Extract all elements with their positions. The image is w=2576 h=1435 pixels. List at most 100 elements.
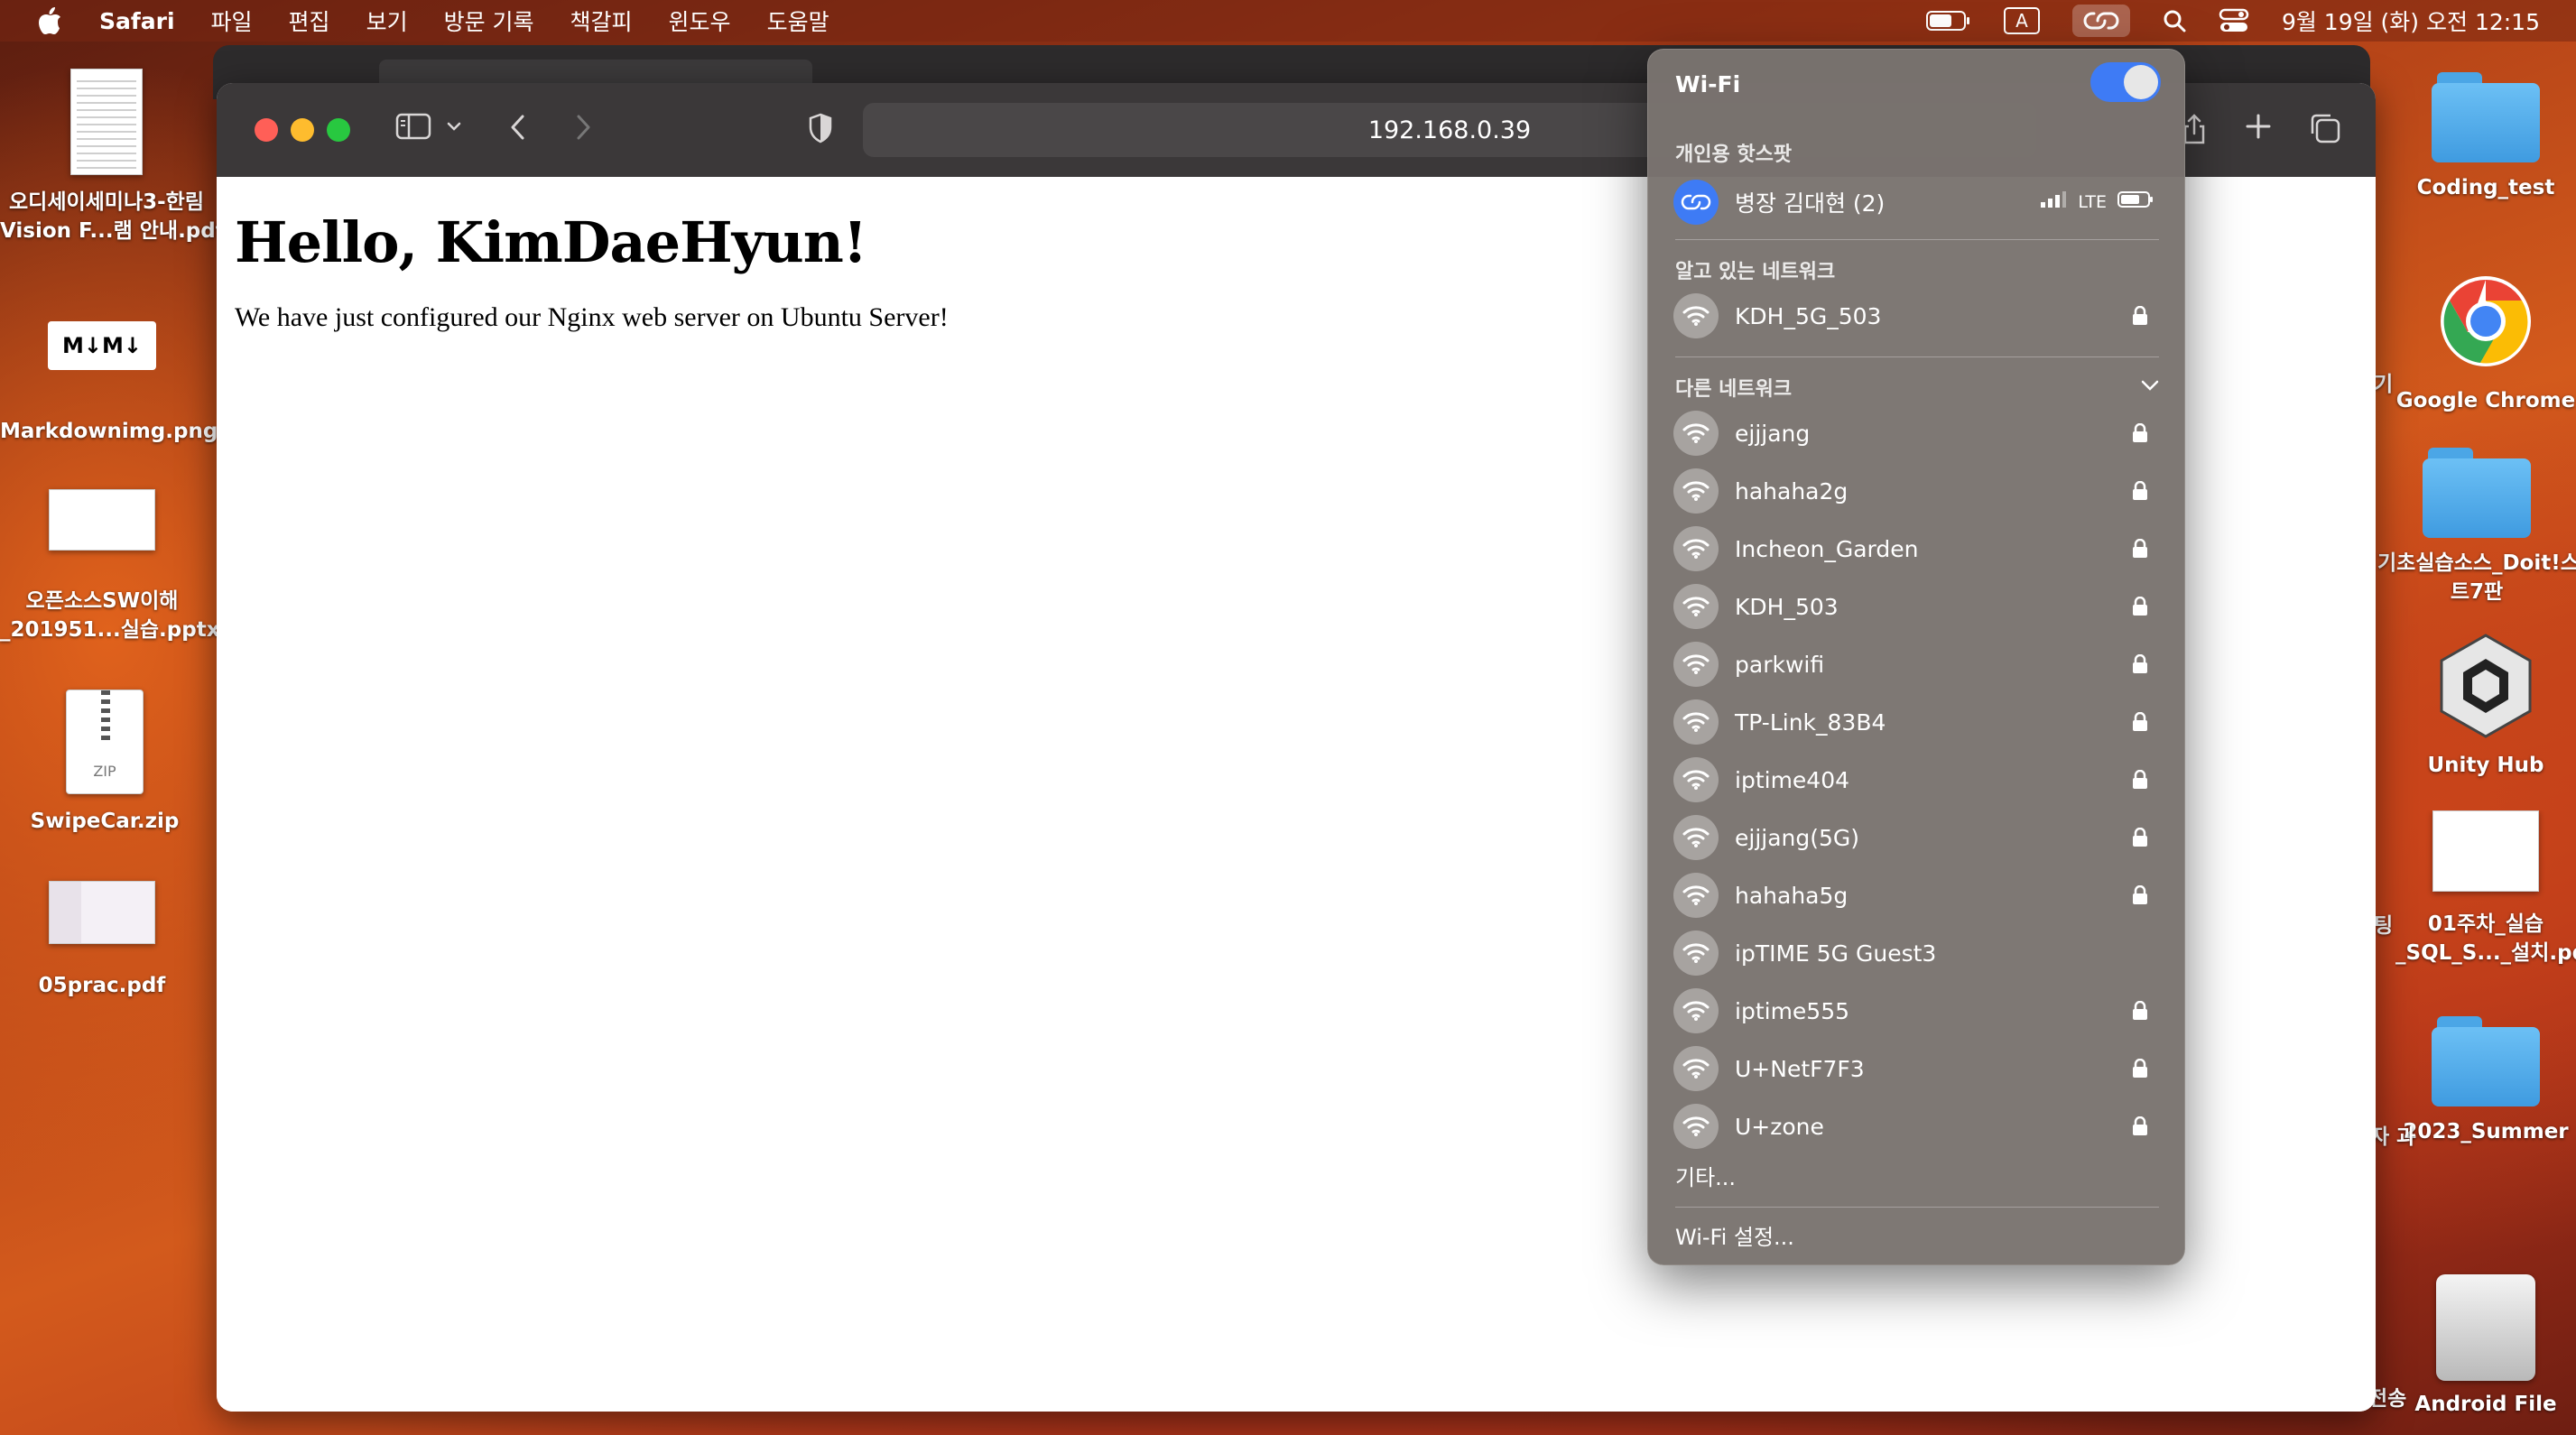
known-networks-label: 알고 있는 네트워크 <box>1675 261 1836 283</box>
network-name: TP-Link_83B4 <box>1735 708 1886 736</box>
lock-icon <box>2132 480 2148 505</box>
divider <box>1675 239 2159 240</box>
desktop-partial-label: 자 과 <box>2370 1125 2416 1149</box>
desktop-file-label: Vision F...램 안내.pdf <box>0 219 225 243</box>
menu-file[interactable]: 파일 <box>211 5 253 37</box>
app-menu-safari[interactable]: Safari <box>99 8 175 34</box>
pdf-thumbnail <box>2432 810 2539 892</box>
desktop-file-sql-pdf[interactable]: 01주차_실습 _SQL_S..._설치.pdf <box>2395 810 2576 967</box>
lock-icon <box>2132 596 2148 620</box>
pptx-thumbnail <box>49 489 155 551</box>
desktop-file-05prac-pdf[interactable]: 05prac.pdf <box>0 881 204 1000</box>
menu-bookmarks[interactable]: 책갈피 <box>570 5 633 37</box>
zoom-window-button[interactable] <box>327 118 350 142</box>
hotspot-battery-icon <box>2117 190 2154 213</box>
network-item[interactable]: hahaha2g <box>1673 467 2161 515</box>
menu-bar: Safari 파일 편집 보기 방문 기록 책갈피 윈도우 도움말 A 9월 1… <box>0 0 2576 42</box>
forward-icon[interactable] <box>572 112 594 143</box>
desktop-file-markdownimg[interactable]: M↓M↓ Markdownimg.png <box>0 321 218 446</box>
menu-view[interactable]: 보기 <box>366 5 408 37</box>
lock-icon <box>2132 711 2148 736</box>
network-item[interactable]: ipTIME 5G Guest3 <box>1673 929 2161 977</box>
network-name: KDH_503 <box>1735 593 1839 620</box>
desktop-file-label: 기초실습소스_Doit!스위 <box>2377 551 2576 575</box>
network-item[interactable]: ejjjang(5G) <box>1673 813 2161 862</box>
network-name: iptime404 <box>1735 766 1850 793</box>
network-item[interactable]: U+zone <box>1673 1102 2161 1151</box>
wifi-icon <box>1673 815 1719 860</box>
back-icon[interactable] <box>507 112 529 143</box>
network-item[interactable]: ejjjang <box>1673 409 2161 458</box>
menu-window[interactable]: 윈도우 <box>669 5 731 37</box>
desktop-app-android-file[interactable]: Android File <box>2395 1274 2576 1419</box>
search-icon[interactable] <box>2163 9 2186 32</box>
network-name: hahaha5g <box>1735 882 1849 909</box>
network-item[interactable]: KDH_5G_503 <box>1673 292 2161 340</box>
drive-icon <box>2436 1274 2535 1381</box>
tab-overview-icon[interactable] <box>2309 112 2341 144</box>
lock-icon <box>2132 305 2148 329</box>
control-center-icon[interactable] <box>2219 8 2249 33</box>
network-name: U+NetF7F3 <box>1735 1055 1865 1082</box>
wifi-settings-item[interactable]: Wi-Fi 설정... <box>1675 1219 1794 1251</box>
privacy-shield-icon[interactable] <box>807 112 834 144</box>
divider <box>1675 1207 2159 1208</box>
folder-icon <box>2432 1016 2540 1106</box>
chrome-icon <box>2439 274 2533 368</box>
lock-icon <box>2132 1058 2148 1082</box>
menubar-clock[interactable]: 9월 19일 (화) 오전 12:15 <box>2282 5 2540 37</box>
hotspot-link-icon <box>1673 180 1719 225</box>
network-name: parkwifi <box>1735 651 1825 678</box>
lock-icon <box>2132 538 2148 562</box>
hotspot-item[interactable]: 병장 김대현 (2) LTE <box>1673 178 2161 227</box>
desktop-app-unity-hub[interactable]: Unity Hub <box>2395 632 2576 780</box>
battery-icon[interactable] <box>1925 10 1971 32</box>
menu-help[interactable]: 도움말 <box>767 5 829 37</box>
wifi-icon <box>1673 699 1719 745</box>
network-item[interactable]: U+NetF7F3 <box>1673 1044 2161 1093</box>
other-network-item[interactable]: 기타... <box>1675 1160 1736 1191</box>
network-item[interactable]: iptime404 <box>1673 755 2161 804</box>
input-source-icon[interactable]: A <box>2003 7 2040 34</box>
desktop-file-opensource-pptx[interactable]: 오픈소스SW이해 _201951...실습.pptx <box>0 489 220 644</box>
desktop-file-label: 오디세이세미나3-한림 <box>9 190 204 214</box>
hotspot-icon[interactable] <box>2071 5 2130 37</box>
network-item[interactable]: iptime555 <box>1673 986 2161 1035</box>
desktop-partial-label: 기 <box>2374 373 2394 396</box>
chevron-down-icon[interactable] <box>2139 375 2161 400</box>
wifi-toggle[interactable] <box>2090 62 2161 102</box>
markdown-thumbnail: M↓M↓ <box>48 321 156 370</box>
network-item[interactable]: TP-Link_83B4 <box>1673 698 2161 746</box>
new-tab-icon[interactable] <box>2244 112 2273 141</box>
chevron-down-icon[interactable] <box>446 116 462 137</box>
apple-icon[interactable] <box>34 5 65 36</box>
desktop-file-label: _SQL_S..._설치.pdf <box>2395 941 2576 965</box>
network-name: ejjjang <box>1735 420 1811 447</box>
network-item[interactable]: Incheon_Garden <box>1673 524 2161 573</box>
hotspot-section-label: 개인용 핫스팟 <box>1675 144 1793 166</box>
desktop-folder-2023-summer[interactable]: 2023_Summer <box>2395 1016 2576 1146</box>
desktop-folder-doit-swift[interactable]: 기초실습소스_Doit!스위 트7판 <box>2377 448 2576 606</box>
network-item[interactable]: hahaha5g <box>1673 871 2161 920</box>
network-item[interactable]: KDH_503 <box>1673 582 2161 631</box>
network-name: hahaha2g <box>1735 477 1849 505</box>
wifi-title: Wi-Fi <box>1675 71 1741 97</box>
desktop-folder-coding-test[interactable]: Coding_test <box>2395 72 2576 202</box>
pdf-thumbnail <box>49 881 155 944</box>
close-window-button[interactable] <box>255 118 278 142</box>
wifi-icon <box>1673 873 1719 918</box>
sidebar-icon[interactable] <box>395 112 431 141</box>
desktop-file-swipecar-zip[interactable]: ZIP SwipeCar.zip <box>0 690 209 836</box>
minimize-window-button[interactable] <box>291 118 314 142</box>
menu-history[interactable]: 방문 기록 <box>444 5 534 37</box>
desktop-app-google-chrome[interactable]: Google Chrome <box>2395 274 2576 415</box>
wifi-icon <box>1673 411 1719 456</box>
menu-edit[interactable]: 편집 <box>289 5 330 37</box>
network-item[interactable]: parkwifi <box>1673 640 2161 689</box>
network-name: U+zone <box>1735 1113 1824 1140</box>
network-name: iptime555 <box>1735 997 1850 1024</box>
desktop-file-seminar-pdf[interactable]: 오디세이세미나3-한림 Vision F...램 안내.pdf <box>0 69 225 245</box>
desktop-file-label: 오픈소스SW이해 <box>25 589 179 613</box>
network-name: Incheon_Garden <box>1735 535 1919 562</box>
zip-icon: ZIP <box>66 690 144 794</box>
